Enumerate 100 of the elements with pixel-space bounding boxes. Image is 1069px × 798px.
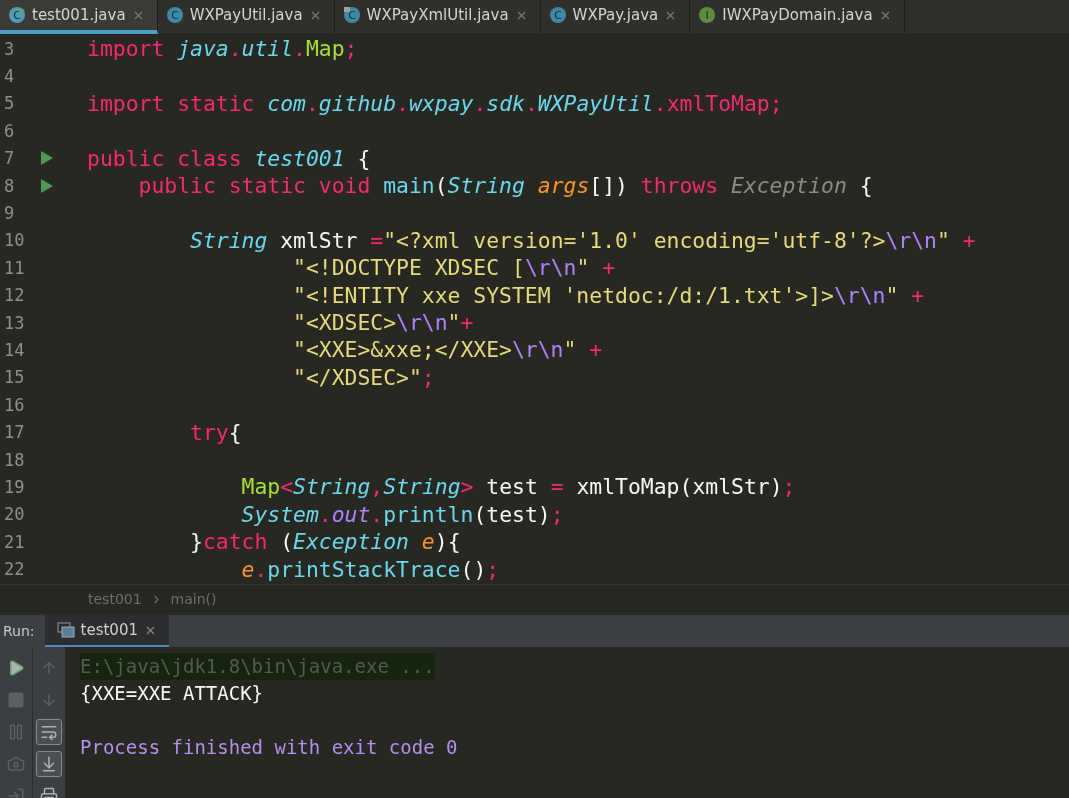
code-token: { [356, 145, 371, 171]
line-number: 14 [3, 340, 26, 360]
code-token: Exception [730, 173, 847, 199]
code-token: xmlStr [279, 227, 359, 253]
run-label: Run: [2, 622, 36, 641]
code-token: \r\n [833, 282, 886, 308]
scroll-to-end-button[interactable] [36, 751, 62, 777]
code-token: import [87, 36, 166, 62]
code-token: try [189, 419, 229, 445]
console-line: Process finished with exit code 0 [80, 735, 458, 760]
line-number: 7 [3, 148, 16, 169]
editor-tab[interactable]: C WXPayUtil.java [157, 0, 335, 34]
code-token: github [318, 90, 397, 116]
code-token: "</XDSEC>" [292, 364, 422, 390]
code-token: test [485, 474, 539, 500]
code-token: String [447, 173, 525, 199]
code-token: String [383, 474, 461, 500]
code-token: . [254, 556, 268, 582]
code-token: "<?xml version='1.0' encoding='utf-8'?> [383, 227, 886, 253]
code-token: wxpay [409, 90, 474, 116]
console-line: {XXE=XXE ATTACK} [80, 681, 264, 706]
code-token: Map [240, 474, 281, 500]
code-token: . [653, 90, 667, 116]
code-token: \r\n [524, 255, 577, 281]
code-token: ; [344, 36, 358, 62]
line-number: 11 [3, 257, 26, 278]
code-token: \r\n [512, 337, 564, 363]
code-token: > [460, 474, 474, 500]
code-token: "<XDSEC> [292, 310, 397, 336]
code-token: ){ [434, 529, 461, 555]
editor-tab[interactable]: I IWXPayDomain.java [690, 0, 905, 34]
play-icon [7, 659, 25, 677]
code-token: . [228, 36, 242, 62]
line-number: 12 [3, 285, 26, 306]
line-number: 8 [3, 175, 16, 196]
line-number: 19 [3, 476, 26, 497]
code-token: = [370, 227, 384, 253]
code-token: ; [550, 501, 564, 527]
code-token: . [473, 90, 487, 116]
code-token: . [318, 501, 332, 527]
code-token: printStackTrace [267, 556, 461, 582]
code-token: = [550, 474, 564, 500]
code-token: (test) [473, 501, 551, 527]
code-token: xmlToMap(xmlStr) [575, 474, 783, 500]
code-token: "<!ENTITY xxe SYSTEM 'netdoc:/d:/1.txt'>]> [292, 282, 834, 308]
code-token: . [293, 36, 306, 62]
code-token: " [885, 282, 899, 308]
code-token: } [189, 529, 203, 555]
code-token: ; [486, 556, 500, 582]
code-token: () [460, 556, 487, 582]
down-arrow-icon [40, 691, 58, 709]
line-number: 17 [3, 422, 26, 443]
code-token: \r\n [396, 310, 448, 336]
code-token: com [267, 90, 306, 116]
class-icon: C [165, 6, 184, 24]
code-token: . [305, 90, 319, 116]
run-gutter-icon[interactable] [40, 177, 54, 194]
code-token: main [383, 173, 435, 199]
code-token: ; [769, 90, 783, 116]
code-token: []) [589, 173, 628, 199]
code-token: String [189, 227, 268, 253]
line-number: 6 [3, 120, 16, 141]
code-token: "<!DOCTYPE XDSEC [ [292, 255, 525, 281]
line-number: 15 [3, 367, 26, 388]
wrap-text-button[interactable] [36, 719, 62, 745]
code-token: sdk [486, 90, 525, 116]
console-icon [56, 622, 75, 638]
code-token: println [383, 501, 474, 527]
class-icon: C [548, 6, 567, 24]
run-gutter-icon[interactable] [40, 150, 54, 167]
editor-tab[interactable]: C WXPayXmlUtil.java [334, 0, 541, 34]
code-token: + [601, 255, 616, 281]
code-token: < [280, 474, 294, 500]
line-number: 13 [3, 312, 26, 333]
code-token: e [240, 556, 255, 582]
line-number: 4 [3, 66, 16, 87]
code-token: " [576, 255, 590, 281]
code-token: import static [87, 90, 256, 116]
line-number: 18 [3, 449, 26, 470]
editor-tab[interactable]: C WXPay.java [540, 0, 691, 34]
code-token: { [228, 419, 242, 445]
code-token: WXPayUtil [537, 90, 654, 116]
code-token: . [524, 90, 538, 116]
code-token: String [293, 474, 371, 500]
code-token: e [420, 529, 435, 555]
line-number: 3 [3, 38, 16, 59]
line-number: 10 [3, 230, 26, 251]
code-token: ( [434, 173, 448, 199]
wrap-text-icon [40, 723, 58, 741]
code-token: util [241, 36, 294, 62]
code-token: out [331, 501, 371, 527]
class-icon: C [342, 6, 361, 24]
code-token: Exception [293, 529, 409, 555]
code-token: " [563, 337, 577, 363]
code-token: " [937, 227, 950, 253]
line-number: 21 [3, 531, 26, 552]
code-token: + [588, 337, 603, 363]
code-token: ; [782, 474, 796, 500]
code-token: ; [421, 364, 435, 390]
run-tab[interactable]: test001 [44, 615, 169, 647]
